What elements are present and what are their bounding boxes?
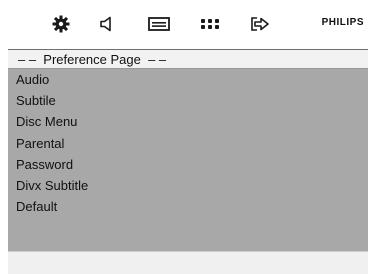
menu-item-subtitle[interactable]: Subtile: [16, 91, 56, 111]
brand-logo: PHILIPS: [321, 17, 364, 28]
status-bar: [8, 251, 368, 274]
gear-icon[interactable]: [50, 13, 72, 35]
page-title: – – Preference Page – –: [18, 52, 167, 67]
speaker-icon[interactable]: [96, 13, 118, 35]
menu-item-divx-subtitle[interactable]: Divx Subtitle: [16, 176, 88, 196]
menu-item-password[interactable]: Password: [16, 155, 73, 175]
toolbar: PHILIPS: [8, 8, 368, 42]
exit-arrow-icon[interactable]: [248, 13, 272, 35]
menu-item-parental[interactable]: Parental: [16, 134, 64, 154]
menu-item-disc-menu[interactable]: Disc Menu: [16, 112, 77, 132]
dots-grid-icon[interactable]: [198, 13, 222, 35]
menu-panel: Audio Subtile Disc Menu Parental Passwor…: [8, 69, 368, 251]
menu-item-audio[interactable]: Audio: [16, 70, 49, 90]
subtitle-icon[interactable]: [146, 13, 172, 35]
menu-item-default[interactable]: Default: [16, 197, 57, 217]
preference-screen: PHILIPS – – Preference Page – – Audio Su…: [0, 0, 368, 274]
page-title-bar: – – Preference Page – –: [8, 49, 368, 69]
